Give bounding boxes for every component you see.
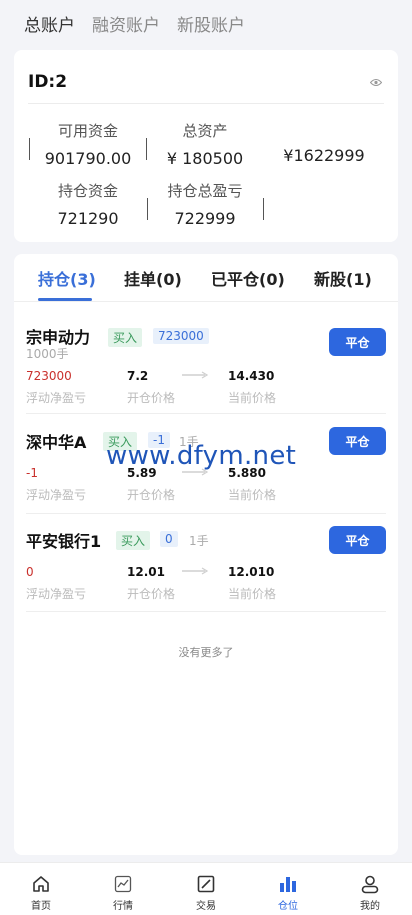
tab-holdings[interactable]: 持仓(3) <box>38 266 96 290</box>
position-tabs: 持仓(3) 挂单(0) 已平仓(0) 新股(1) <box>14 254 398 302</box>
lots-text: 1手 <box>189 534 209 548</box>
active-tab-indicator <box>38 298 92 301</box>
position-pnl-value: 722999 <box>174 209 236 228</box>
side-badge: 买入 <box>108 328 143 347</box>
available-funds: 可用资金 901790.00 <box>44 120 132 168</box>
position-pnl-label: 持仓总盈亏 <box>167 182 243 200</box>
nav-label: 行情 <box>113 901 133 912</box>
current-price-value: 14.430 <box>228 369 275 383</box>
available-funds-value: 901790.00 <box>44 149 132 168</box>
stock-name: 平安银行1 <box>26 532 102 551</box>
tab-total-account[interactable]: 总账户 <box>24 11 75 36</box>
open-price-label: 开仓价格 <box>127 587 176 601</box>
nav-label: 首页 <box>31 901 51 912</box>
side-badge: 买入 <box>116 531 151 550</box>
watermark: www.dfym.net <box>106 441 297 471</box>
arrow-right-icon <box>182 371 208 379</box>
arrow-right-icon <box>182 567 208 575</box>
float-pnl-label: 浮动净盈亏 <box>26 587 87 601</box>
tab-margin-account[interactable]: 融资账户 <box>92 11 160 36</box>
stock-name: 深中华A <box>26 433 87 452</box>
trade-icon <box>197 875 215 893</box>
position-funds-value: 721290 <box>57 209 119 228</box>
chart-icon <box>114 875 132 893</box>
float-pnl-value: 723000 <box>26 369 72 383</box>
tab-pending-orders[interactable]: 挂单(0) <box>124 266 182 290</box>
open-price-value: 7.2 <box>127 369 149 383</box>
current-price-value: 12.010 <box>228 565 275 579</box>
nav-label: 我的 <box>360 901 380 912</box>
tab-ipo-account[interactable]: 新股账户 <box>177 11 245 36</box>
divider <box>146 138 147 160</box>
close-position-button[interactable]: 平仓 <box>329 427 386 455</box>
account-summary-card: ID:2 可用资金 901790.00 总资产 ¥ 180500 ¥162299… <box>14 50 398 242</box>
position-pnl: 持仓总盈亏 722999 <box>160 180 250 228</box>
total-assets: 总资产 ¥ 180500 <box>160 120 250 168</box>
nav-label: 交易 <box>196 901 216 912</box>
account-header: ID:2 <box>28 72 384 104</box>
divider <box>263 198 264 220</box>
eye-icon[interactable] <box>370 78 382 87</box>
quantity-badge: 723000 <box>153 328 209 344</box>
close-position-button[interactable]: 平仓 <box>329 526 386 554</box>
float-pnl-label: 浮动净盈亏 <box>26 488 87 502</box>
close-position-button[interactable]: 平仓 <box>329 328 386 356</box>
account-type-tabs: 总账户 融资账户 新股账户 <box>0 0 412 46</box>
tab-ipo[interactable]: 新股(1) <box>314 266 372 290</box>
current-price-label: 当前价格 <box>228 488 277 502</box>
available-funds-label: 可用资金 <box>57 122 118 140</box>
float-pnl-value: 0 <box>26 565 34 579</box>
home-icon <box>33 876 49 892</box>
no-more-text: 没有更多了 <box>178 646 234 659</box>
user-icon <box>361 875 379 894</box>
extra-balance-value: ¥1622999 <box>283 146 365 165</box>
total-assets-label: 总资产 <box>182 122 228 140</box>
position-funds-label: 持仓资金 <box>57 182 118 200</box>
divider <box>147 198 148 220</box>
nav-position[interactable]: 仓位 <box>258 863 318 915</box>
current-price-label: 当前价格 <box>228 391 277 405</box>
open-price-label: 开仓价格 <box>127 391 176 405</box>
open-price-label: 开仓价格 <box>127 488 176 502</box>
divider <box>29 138 30 160</box>
bottom-nav: 首页 行情 交易 仓位 我的 <box>0 862 412 915</box>
nav-profile[interactable]: 我的 <box>340 863 400 915</box>
tab-closed[interactable]: 已平仓(0) <box>211 266 285 290</box>
open-price-value: 12.01 <box>127 565 165 579</box>
positions-card: 持仓(3) 挂单(0) 已平仓(0) 新股(1) 宗申动力 买入 723000 … <box>14 254 398 855</box>
quantity-badge: 0 <box>160 531 178 547</box>
lots-text: 1000手 <box>26 347 69 361</box>
extra-balance: ¥1622999 <box>276 120 372 165</box>
nav-label: 仓位 <box>278 901 298 912</box>
nav-trade[interactable]: 交易 <box>176 863 236 915</box>
total-assets-value: ¥ 180500 <box>166 149 244 168</box>
float-pnl-value: -1 <box>26 466 38 480</box>
float-pnl-label: 浮动净盈亏 <box>26 391 87 405</box>
position-funds: 持仓资金 721290 <box>44 180 132 228</box>
position-icon <box>280 877 296 892</box>
nav-home[interactable]: 首页 <box>11 863 71 915</box>
position-item: 宗申动力 买入 723000 1000手 平仓 723000 7.2 14.43… <box>26 316 386 414</box>
account-id: ID:2 <box>28 72 68 92</box>
current-price-label: 当前价格 <box>228 587 277 601</box>
position-item: 平安银行1 买入 0 1手 平仓 0 12.01 12.010 浮动净盈亏 开仓… <box>26 515 386 612</box>
nav-market[interactable]: 行情 <box>93 863 153 915</box>
